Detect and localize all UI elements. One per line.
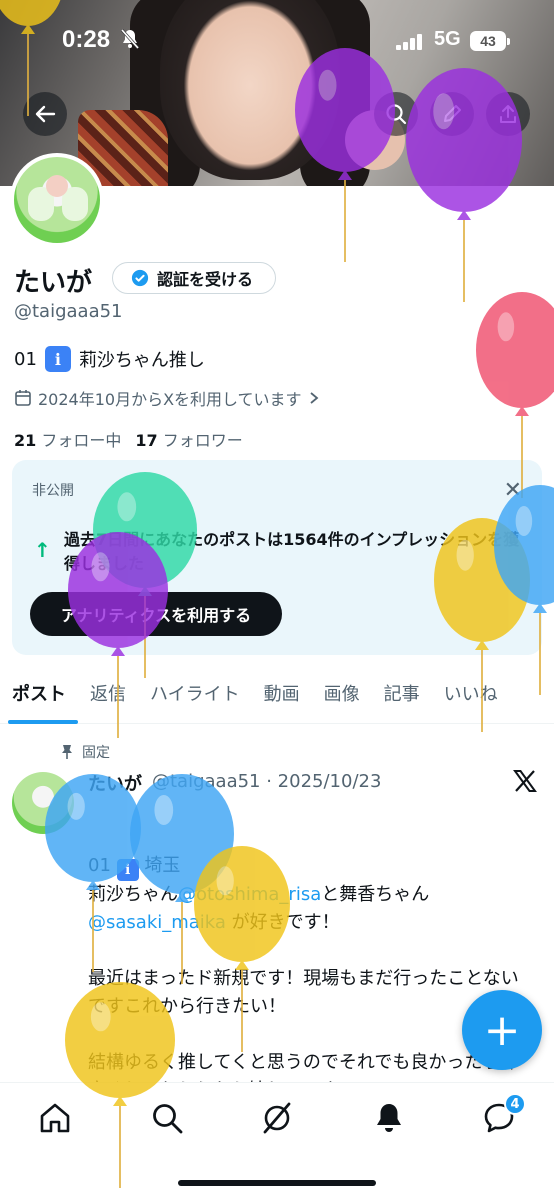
status-time: 0:28 (62, 26, 111, 53)
post-line1-prefix: 01 (88, 855, 111, 876)
display-name: たいが (14, 268, 93, 298)
joined-text: 2024年10月からXを利用しています (38, 390, 302, 409)
profile-tabs: ポスト 返信 ハイライト 動画 画像 記事 いいね (0, 670, 554, 724)
avatar-photo-part (46, 175, 68, 197)
bio: 01 ℹ 莉沙ちゃん推し (14, 346, 205, 372)
close-icon[interactable]: ✕ (504, 478, 522, 503)
user-handle: @taigaaa51 (14, 301, 123, 322)
back-button[interactable] (23, 92, 67, 136)
battery-indicator: 43 (470, 31, 510, 51)
pin-icon (62, 745, 72, 759)
tab-videos[interactable]: 動画 (252, 670, 312, 724)
search-button[interactable] (374, 92, 418, 136)
mention-link[interactable]: @otoshima_risa (178, 884, 321, 905)
analytics-button[interactable]: アナリティクスを利用する (30, 592, 282, 636)
info-icon: ℹ (116, 859, 139, 881)
x-logo-icon (513, 770, 537, 792)
network-label: 5G (434, 28, 461, 50)
post-line2-text: 莉沙ちゃん (88, 884, 178, 905)
post-avatar[interactable] (12, 772, 74, 834)
pinned-indicator: 固定 (60, 742, 110, 762)
verified-badge-icon (131, 269, 149, 287)
calendar-icon (15, 390, 31, 406)
back-arrow-icon (35, 105, 56, 123)
impressions-text: 過去7日間にあなたのポストは1564件のインプレッションを獲得しました (64, 530, 520, 573)
edit-button[interactable] (430, 92, 474, 136)
following-label: フォロー中 (41, 431, 122, 450)
post-line3-text: が好きです！ (225, 912, 340, 933)
tab-posts[interactable]: ポスト (0, 670, 78, 724)
profile-avatar[interactable] (10, 153, 104, 247)
status-bar: 0:28 5G 43 (0, 0, 554, 84)
search-icon[interactable] (150, 1101, 184, 1135)
bio-prefix: 01 (14, 348, 37, 370)
compose-button[interactable]: + (462, 990, 542, 1070)
private-label: 非公開 (32, 483, 74, 499)
post-line1-text: 埼玉 (144, 855, 181, 876)
post-author-name[interactable]: たいが (88, 770, 142, 796)
search-icon (386, 104, 407, 125)
home-indicator (178, 1180, 376, 1186)
tab-images[interactable]: 画像 (312, 670, 372, 724)
message-badge: 4 (504, 1093, 526, 1115)
followers-count: 17 (135, 431, 158, 450)
post-meta: @taigaaa51 · 2025/10/23 (152, 771, 382, 792)
post-line2-text: と舞香ちゃん (321, 884, 430, 905)
tab-likes[interactable]: いいね (432, 670, 510, 724)
grok-icon[interactable] (260, 1101, 294, 1135)
arrow-up-icon: ↑ (34, 538, 51, 562)
analytics-card: 非公開 ✕ ↑ 過去7日間にあなたのポストは1564件のインプレッションを獲得し… (12, 460, 542, 655)
tab-articles[interactable]: 記事 (372, 670, 432, 724)
edit-icon (444, 105, 461, 122)
bell-icon[interactable] (372, 1101, 406, 1135)
following-link[interactable]: 21 フォロー中 (14, 427, 121, 451)
get-verified-button[interactable]: 認証を受ける (112, 262, 276, 294)
follow-counts: 21 フォロー中 17 フォロワー (14, 427, 243, 451)
following-count: 21 (14, 431, 37, 450)
followers-label: フォロワー (162, 431, 243, 450)
followers-link[interactable]: 17 フォロワー (135, 427, 242, 451)
share-icon (500, 105, 516, 123)
tab-replies[interactable]: 返信 (78, 670, 138, 724)
mention-link[interactable]: @sasaki_maika (88, 912, 226, 933)
signal-icon (396, 34, 422, 50)
get-verified-label: 認証を受ける (157, 270, 254, 289)
info-icon: ℹ (44, 346, 71, 372)
joined-date[interactable]: 2024年10月からXを利用しています (14, 386, 320, 410)
tab-highlights[interactable]: ハイライト (138, 670, 252, 724)
post-paragraph: 最近はまったド新規です！現場もまだ行ったことないですこれから行きたい！ (88, 968, 519, 1017)
chevron-right-icon (309, 392, 318, 404)
bio-text: 莉沙ちゃん推し (78, 350, 205, 371)
home-icon[interactable] (38, 1101, 72, 1135)
share-button[interactable] (486, 92, 530, 136)
mute-bell-icon (120, 29, 140, 49)
pinned-label: 固定 (82, 745, 110, 761)
